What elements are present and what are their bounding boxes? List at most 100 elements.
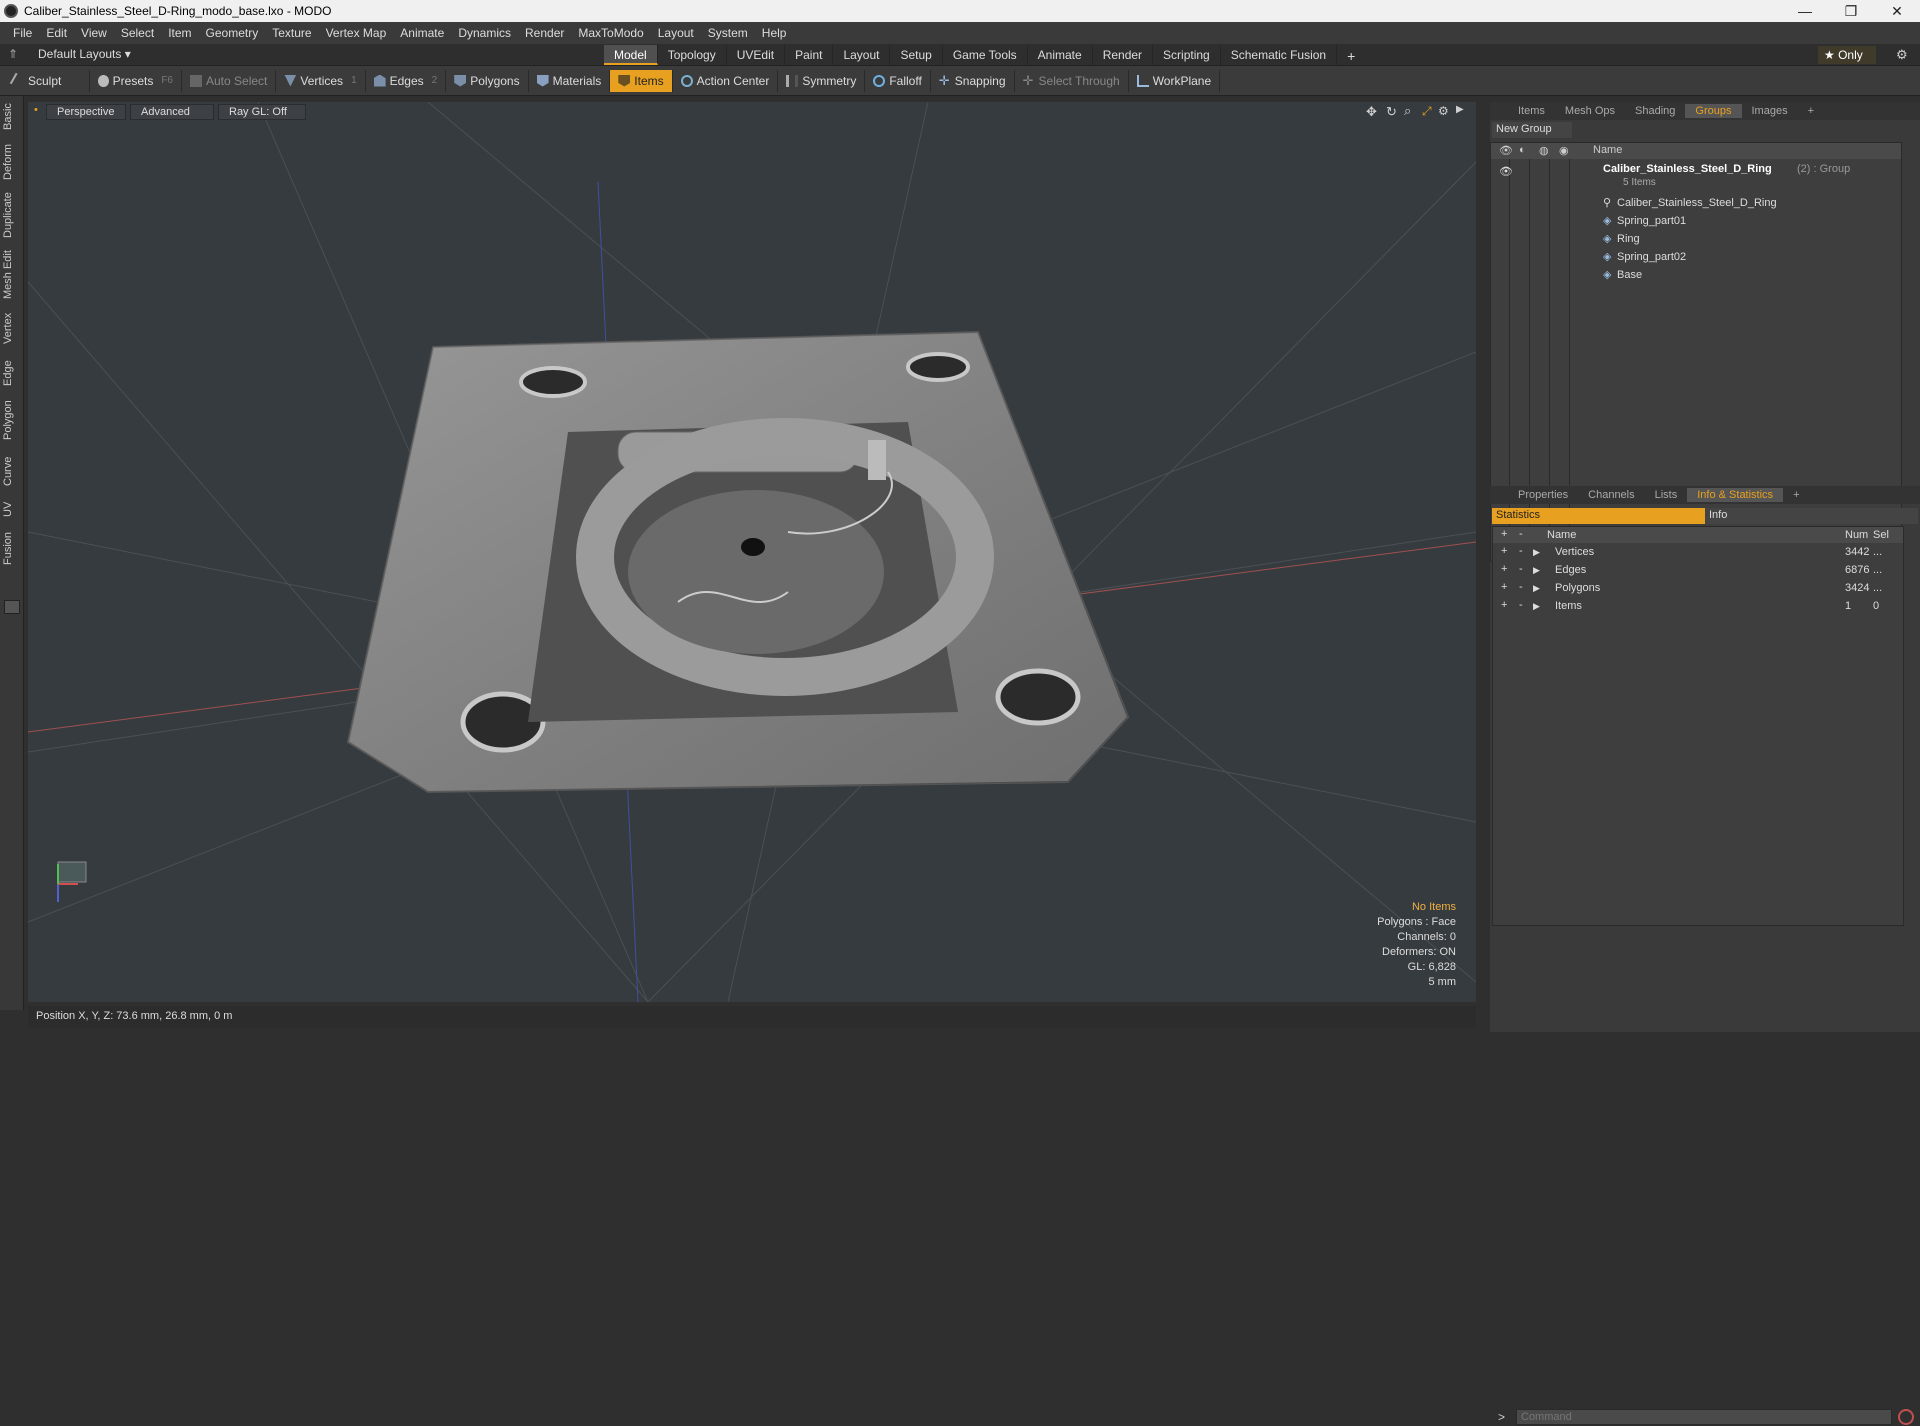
- d-ring-model[interactable]: [346, 330, 1130, 794]
- menu-layout[interactable]: Layout: [651, 26, 701, 40]
- tab-groups[interactable]: Groups: [1685, 104, 1742, 118]
- sculpt-button[interactable]: Sculpt: [4, 69, 90, 92]
- tab-setup[interactable]: Setup: [890, 45, 943, 65]
- lock-icon[interactable]: ◍: [1539, 144, 1549, 157]
- record-icon[interactable]: [1898, 1409, 1914, 1425]
- tree-group-row[interactable]: 👁 Caliber_Stainless_Steel_D_Ring (2) : G…: [1491, 161, 1901, 191]
- presets-button[interactable]: Presets F6: [90, 69, 182, 92]
- plus-icon[interactable]: +: [1501, 581, 1507, 593]
- vtab-uv[interactable]: UV: [2, 498, 22, 520]
- items-button[interactable]: Items: [610, 69, 673, 92]
- tab-shading[interactable]: Shading: [1625, 104, 1685, 118]
- expand-arrow-icon[interactable]: ▶: [1533, 565, 1540, 576]
- close-button[interactable]: ✕: [1874, 3, 1920, 20]
- view-dropdown[interactable]: Perspective: [46, 104, 126, 120]
- expand-arrow-icon[interactable]: ▶: [1533, 547, 1540, 558]
- menu-dynamics[interactable]: Dynamics: [451, 26, 518, 40]
- minimize-button[interactable]: —: [1782, 3, 1828, 19]
- minus-icon[interactable]: -: [1519, 563, 1523, 575]
- tab-animate[interactable]: Animate: [1028, 45, 1093, 65]
- stats-row[interactable]: + - ▶ Polygons 3424 ...: [1493, 581, 1903, 599]
- tab-model[interactable]: Model: [604, 45, 658, 65]
- tab-uvedit[interactable]: UVEdit: [727, 45, 786, 65]
- menu-texture[interactable]: Texture: [265, 26, 318, 40]
- menu-maxtomodo[interactable]: MaxToModo: [571, 26, 650, 40]
- falloff-button[interactable]: Falloff: [865, 69, 931, 92]
- menu-system[interactable]: System: [701, 26, 755, 40]
- layout-arrow-icon[interactable]: ⇑: [8, 47, 18, 61]
- materials-button[interactable]: Materials: [529, 69, 611, 92]
- tab-items[interactable]: Items: [1508, 104, 1555, 118]
- tab-game-tools[interactable]: Game Tools: [943, 45, 1028, 65]
- menu-vertex-map[interactable]: Vertex Map: [319, 26, 394, 40]
- menu-help[interactable]: Help: [755, 26, 794, 40]
- vtab-curve[interactable]: Curve: [2, 454, 22, 488]
- stats-row[interactable]: + - ▶ Edges 6876 ...: [1493, 563, 1903, 581]
- menu-file[interactable]: File: [6, 26, 39, 40]
- tree-child-row[interactable]: ⚲ Caliber_Stainless_Steel_D_Ring: [1491, 195, 1901, 213]
- add-tab-button[interactable]: +: [1337, 45, 1365, 65]
- zoom-icon[interactable]: ⌕: [1404, 103, 1411, 119]
- tab-scripting[interactable]: Scripting: [1153, 45, 1221, 65]
- viewport-settings-icon[interactable]: ⚙: [1438, 104, 1449, 118]
- vtab-deform[interactable]: Deform: [2, 144, 22, 180]
- tab-mesh-ops[interactable]: Mesh Ops: [1555, 104, 1625, 118]
- expand-arrow-icon[interactable]: ▶: [1533, 583, 1540, 594]
- tree-child-row[interactable]: ◈ Spring_part01: [1491, 213, 1901, 231]
- 3d-viewport[interactable]: • Perspective Advanced Ray GL: Off ✥ ↻ ⌕…: [28, 102, 1476, 1002]
- vtab-polygon[interactable]: Polygon: [2, 398, 22, 442]
- stats-row[interactable]: + - ▶ Vertices 3442 ...: [1493, 545, 1903, 563]
- menu-render[interactable]: Render: [518, 26, 571, 40]
- select-icon[interactable]: ◉: [1559, 144, 1569, 157]
- symmetry-button[interactable]: Symmetry: [778, 69, 866, 92]
- vtab-fusion[interactable]: Fusion: [2, 530, 22, 566]
- expand-all-icon[interactable]: +: [1501, 528, 1507, 540]
- stats-row[interactable]: + - ▶ Items 1 0: [1493, 599, 1903, 617]
- minus-icon[interactable]: -: [1519, 599, 1523, 611]
- fit-view-icon[interactable]: ⤢: [1422, 104, 1432, 119]
- tab-render[interactable]: Render: [1093, 45, 1154, 65]
- maximize-button[interactable]: ❐: [1828, 3, 1874, 20]
- command-input[interactable]: [1516, 1409, 1892, 1425]
- snapping-button[interactable]: ✛ Snapping: [931, 69, 1015, 92]
- vtab-basic[interactable]: Basic: [2, 102, 22, 132]
- tab-schematic-fusion[interactable]: Schematic Fusion: [1221, 45, 1338, 65]
- settings-gear-icon[interactable]: ⚙: [1896, 47, 1908, 63]
- tab-lists[interactable]: Lists: [1645, 488, 1688, 502]
- auto-select-button[interactable]: Auto Select: [182, 69, 277, 92]
- only-button[interactable]: ★ Only: [1818, 46, 1876, 64]
- render-icon[interactable]: ◐: [1519, 144, 1526, 156]
- vtab-vertex[interactable]: Vertex: [2, 310, 22, 346]
- tree-child-row[interactable]: ◈ Spring_part02: [1491, 249, 1901, 267]
- plus-icon[interactable]: +: [1501, 599, 1507, 611]
- menu-geometry[interactable]: Geometry: [199, 26, 266, 40]
- info-subtab[interactable]: Info: [1705, 508, 1918, 524]
- tab-info-statistics[interactable]: Info & Statistics: [1687, 488, 1784, 502]
- sidebar-toggle-button[interactable]: [4, 600, 20, 614]
- visibility-eye-icon[interactable]: 👁: [1499, 144, 1513, 157]
- plus-icon[interactable]: +: [1501, 545, 1507, 557]
- menu-animate[interactable]: Animate: [393, 26, 451, 40]
- menu-edit[interactable]: Edit: [39, 26, 74, 40]
- viewport-expand-icon[interactable]: ▶: [1456, 104, 1464, 115]
- workplane-button[interactable]: WorkPlane: [1129, 69, 1221, 92]
- select-through-button[interactable]: ✛ Select Through: [1015, 69, 1129, 92]
- tab-topology[interactable]: Topology: [658, 45, 727, 65]
- tab-properties[interactable]: Properties: [1508, 488, 1578, 502]
- statistics-subtab[interactable]: Statistics: [1492, 508, 1705, 524]
- shading-dropdown[interactable]: Advanced: [130, 104, 214, 120]
- viewport-menu-dot[interactable]: •: [34, 104, 44, 120]
- tree-child-row[interactable]: ◈ Base: [1491, 267, 1901, 285]
- rotate-icon[interactable]: ↻: [1386, 104, 1397, 120]
- layout-dropdown[interactable]: Default Layouts ▾: [38, 47, 131, 61]
- eye-toggle-icon[interactable]: 👁: [1499, 165, 1513, 178]
- tree-child-row[interactable]: ◈ Ring: [1491, 231, 1901, 249]
- vtab-mesh-edit[interactable]: Mesh Edit: [2, 250, 22, 300]
- pan-icon[interactable]: ✥: [1366, 104, 1377, 120]
- menu-view[interactable]: View: [74, 26, 114, 40]
- name-column-header[interactable]: Name: [1593, 144, 1622, 156]
- menu-item[interactable]: Item: [161, 26, 198, 40]
- add-panel-tab-button[interactable]: +: [1798, 104, 1824, 118]
- vertices-button[interactable]: Vertices 1: [276, 69, 366, 92]
- tab-layout[interactable]: Layout: [833, 45, 891, 65]
